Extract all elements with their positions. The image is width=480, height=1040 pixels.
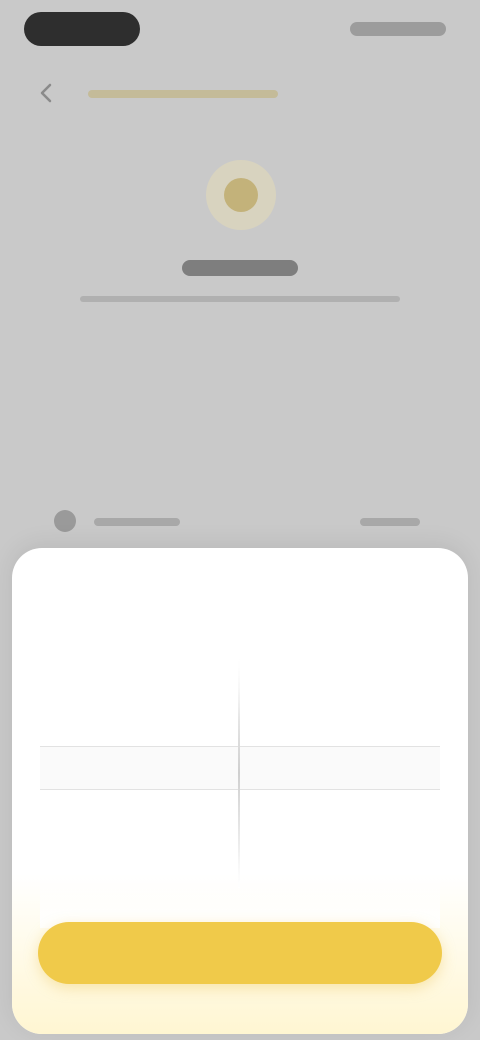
status-bar bbox=[0, 0, 480, 60]
picker-divider bbox=[238, 658, 240, 888]
hero-title bbox=[182, 260, 298, 276]
list-item-icon bbox=[54, 510, 76, 532]
list-item[interactable] bbox=[44, 500, 440, 540]
status-time-pill bbox=[24, 12, 140, 46]
picker-column-right[interactable] bbox=[242, 638, 440, 928]
bottom-sheet bbox=[12, 548, 468, 1034]
picker-column-left[interactable] bbox=[40, 638, 238, 928]
nav-bar bbox=[30, 80, 450, 110]
confirm-button[interactable] bbox=[38, 922, 442, 984]
hero-subtitle bbox=[80, 296, 400, 302]
picker-wheel[interactable] bbox=[40, 638, 440, 928]
list-item-value bbox=[360, 518, 420, 526]
hero-section bbox=[0, 150, 480, 330]
chevron-left-icon[interactable] bbox=[36, 82, 58, 104]
status-icons bbox=[350, 22, 446, 36]
list-item-label bbox=[94, 518, 180, 526]
nav-title bbox=[88, 90, 278, 98]
badge-icon bbox=[206, 160, 276, 230]
badge-icon-core bbox=[224, 178, 258, 212]
